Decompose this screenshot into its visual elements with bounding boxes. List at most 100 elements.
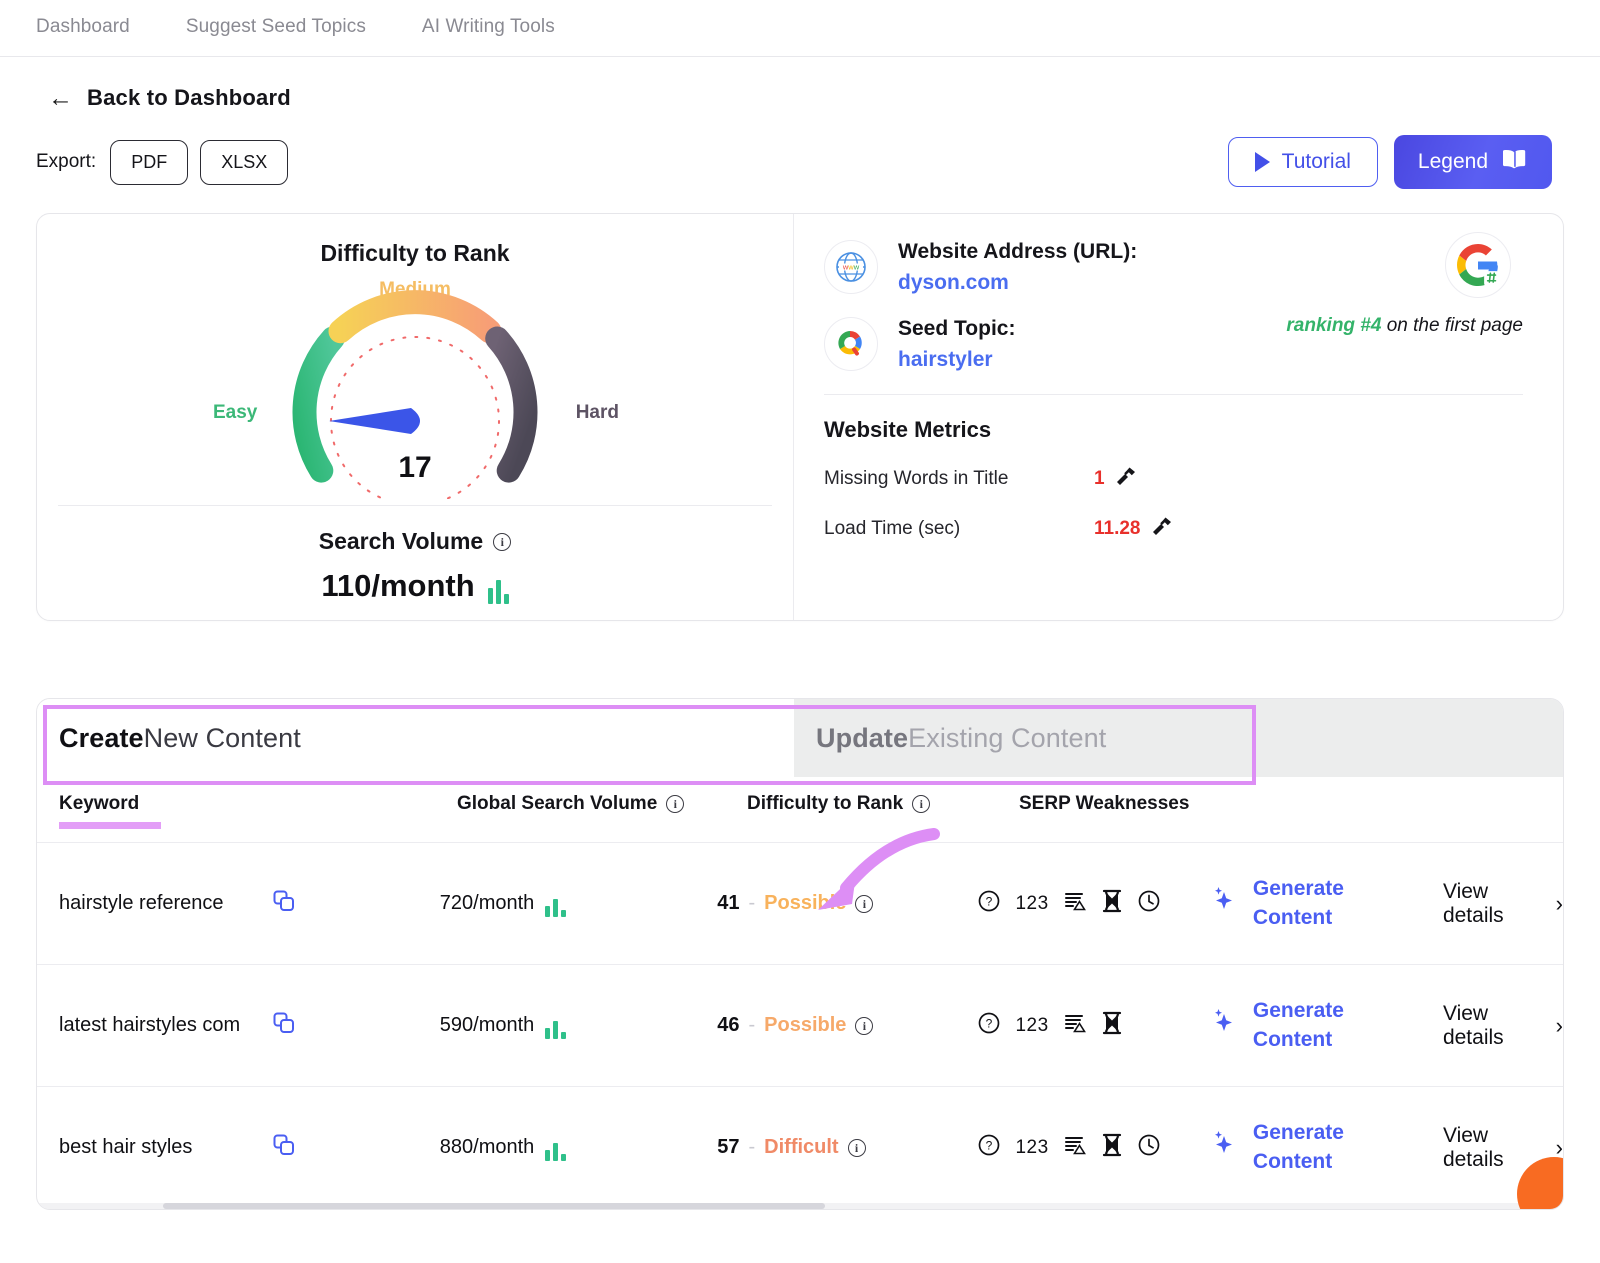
- info-icon-difficulty-to-rank[interactable]: i: [912, 795, 931, 813]
- hourglass-icon[interactable]: [1101, 1011, 1123, 1041]
- export-pdf-button[interactable]: PDF: [110, 139, 189, 185]
- number-123-icon[interactable]: 123: [1015, 1137, 1048, 1159]
- column-header-difficulty-label: Difficulty to Rank: [747, 793, 904, 814]
- metrics-divider: [824, 394, 1523, 395]
- seed-topic-text: Seed Topic: hairstyler: [898, 317, 1015, 372]
- sparkle-icon: [1211, 884, 1241, 924]
- info-icon-difficulty[interactable]: i: [855, 1016, 874, 1035]
- number-123-icon[interactable]: 123: [1015, 893, 1048, 915]
- difficulty-word: Possible: [764, 892, 847, 914]
- column-header-serp-weaknesses: SERP Weaknesses: [1019, 793, 1263, 815]
- export-xlsx-button[interactable]: XLSX: [200, 139, 289, 185]
- hammer-icon: [1115, 465, 1137, 493]
- svg-text:?: ?: [986, 1016, 993, 1030]
- keywords-table-card: Create New Content Update Existing Conte…: [36, 698, 1564, 1210]
- table-row: hairstyle reference 720/month 41 - Possi…: [37, 843, 1563, 965]
- view-details-cell[interactable]: View details ›: [1431, 880, 1563, 928]
- svg-text:?: ?: [986, 1138, 993, 1152]
- volume-text: 590/month: [439, 1014, 535, 1036]
- difficulty-number: 41: [717, 892, 740, 914]
- view-details-link[interactable]: View details: [1443, 880, 1504, 928]
- serp-weaknesses-cell: ? 123: [977, 889, 1210, 919]
- view-details-cell[interactable]: View details ›: [1431, 1002, 1563, 1050]
- seed-topic-value[interactable]: hairstyler: [898, 348, 1015, 372]
- nav-item-dashboard[interactable]: Dashboard: [36, 0, 130, 38]
- back-to-dashboard-link[interactable]: ← Back to Dashboard: [0, 57, 1600, 111]
- keyword-annotation-underline: [59, 822, 161, 829]
- question-circle-icon[interactable]: ?: [977, 889, 1001, 919]
- legend-button[interactable]: Legend: [1393, 135, 1552, 189]
- nav-item-ai-writing-tools[interactable]: AI Writing Tools: [422, 0, 555, 38]
- difficulty-word: Difficult: [764, 1136, 839, 1158]
- legend-label: Legend: [1417, 150, 1488, 173]
- volume-text: 880/month: [439, 1136, 535, 1158]
- google-ranking-icon: [1445, 232, 1511, 298]
- column-header-keyword-label: Keyword: [59, 793, 140, 814]
- metric-value: 1: [1094, 468, 1105, 489]
- hourglass-icon[interactable]: [1101, 889, 1123, 919]
- clock-icon[interactable]: [1137, 889, 1161, 919]
- copy-icon[interactable]: [271, 1010, 297, 1042]
- book-icon: [1502, 148, 1528, 176]
- generate-content-link[interactable]: Generate Content: [1253, 997, 1383, 1054]
- gauge-title: Difficulty to Rank: [320, 240, 510, 266]
- list-warning-icon[interactable]: [1063, 1011, 1087, 1041]
- generate-content-link[interactable]: Generate Content: [1253, 875, 1383, 932]
- number-123-icon[interactable]: 123: [1015, 1015, 1048, 1037]
- chevron-right-icon[interactable]: ›: [1556, 891, 1563, 917]
- hourglass-icon[interactable]: [1101, 1133, 1123, 1163]
- play-icon: [1254, 152, 1270, 172]
- nav-item-suggest-seed-topics[interactable]: Suggest Seed Topics: [186, 0, 366, 38]
- table-row: best hair styles 880/month 57 - Difficul…: [37, 1087, 1563, 1209]
- horizontal-scrollbar-thumb[interactable]: [163, 1203, 825, 1209]
- table-row: latest hairstyles com 590/month 46 - Pos…: [37, 965, 1563, 1087]
- keyword-text: hairstyle reference: [59, 892, 224, 914]
- hammer-icon: [1151, 515, 1173, 543]
- generate-content-cell[interactable]: Generate Content: [1211, 997, 1431, 1054]
- difficulty-dash: -: [748, 1014, 756, 1036]
- seed-topic-label: Seed Topic:: [898, 317, 1016, 340]
- copy-icon[interactable]: [271, 888, 297, 920]
- volume-cell: 880/month: [440, 1135, 717, 1161]
- content-tabs: Create New Content Update Existing Conte…: [37, 699, 1563, 777]
- question-circle-icon[interactable]: ?: [977, 1133, 1001, 1163]
- copy-icon[interactable]: [271, 1132, 297, 1164]
- keyword-text: latest hairstyles com: [59, 1014, 241, 1036]
- panel-divider: [58, 505, 772, 506]
- bar-chart-icon: [545, 891, 567, 917]
- chevron-right-icon[interactable]: ›: [1556, 1013, 1563, 1039]
- info-icon-difficulty[interactable]: i: [847, 1138, 866, 1157]
- difficulty-cell: 41 - Possible i: [717, 892, 977, 915]
- difficulty-number: 57: [717, 1136, 740, 1158]
- search-magnifier-icon: [824, 317, 878, 371]
- view-details-link[interactable]: View details: [1443, 1002, 1504, 1050]
- search-volume-value: 110/month: [321, 568, 475, 603]
- export-label: Export:: [36, 151, 97, 172]
- generate-content-cell[interactable]: Generate Content: [1211, 875, 1431, 932]
- tutorial-button[interactable]: Tutorial: [1227, 137, 1378, 187]
- svg-text:www: www: [842, 263, 860, 272]
- volume-cell: 720/month: [440, 891, 717, 917]
- website-address-row: www Website Address (URL): dyson.com: [824, 240, 1523, 295]
- bar-chart-icon: [545, 1013, 567, 1039]
- view-details-link[interactable]: View details: [1443, 1124, 1504, 1172]
- info-icon-difficulty[interactable]: i: [855, 894, 874, 913]
- difficulty-word: Possible: [764, 1014, 847, 1036]
- tab-update-existing-content[interactable]: Update Existing Content: [794, 699, 1229, 777]
- metric-row: Missing Words in Title 1: [824, 465, 1523, 493]
- generate-content-link[interactable]: Generate Content: [1253, 1119, 1383, 1176]
- info-icon-global-search-volume[interactable]: i: [666, 795, 685, 813]
- tab-create-new-content[interactable]: Create New Content: [37, 699, 794, 777]
- column-header-serp-label: SERP Weaknesses: [1019, 793, 1190, 814]
- info-icon-search-volume[interactable]: i: [493, 532, 512, 551]
- tab-update-bold: Update: [816, 722, 909, 753]
- list-warning-icon[interactable]: [1063, 1133, 1087, 1163]
- website-address-value[interactable]: dyson.com: [898, 271, 1137, 295]
- list-warning-icon[interactable]: [1063, 889, 1087, 919]
- clock-icon[interactable]: [1137, 1133, 1161, 1163]
- column-header-volume-label: Global Search Volume: [457, 793, 658, 814]
- tab-create-rest: New Content: [143, 722, 301, 753]
- question-circle-icon[interactable]: ?: [977, 1011, 1001, 1041]
- generate-content-cell[interactable]: Generate Content: [1211, 1119, 1431, 1176]
- arrow-left-icon: ←: [48, 83, 73, 112]
